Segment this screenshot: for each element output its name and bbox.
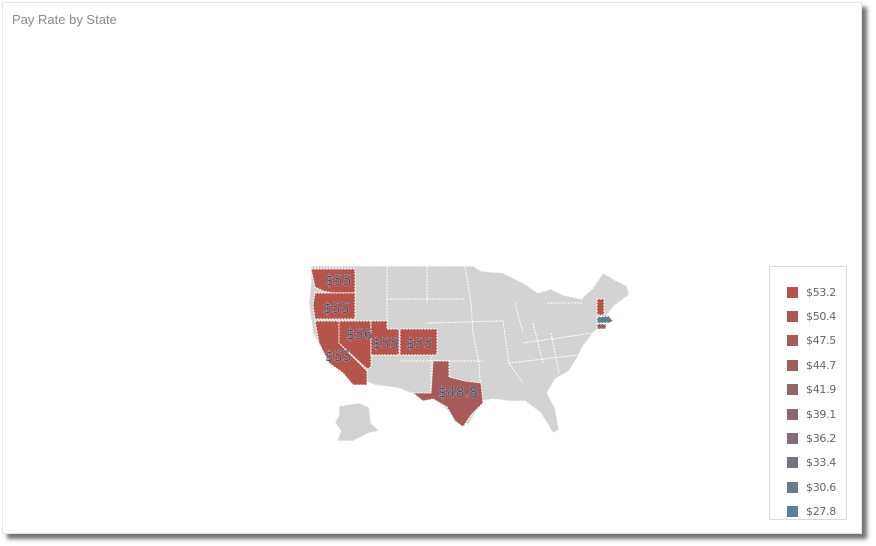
legend-label: $27.8: [806, 505, 836, 519]
label-oregon: $55: [323, 301, 350, 317]
legend-label: $50.4: [806, 310, 836, 324]
legend-item[interactable]: $39.1: [770, 402, 846, 426]
state-alaska[interactable]: [334, 402, 381, 442]
legend-label: $47.5: [806, 334, 836, 348]
legend: $53.2 $50.4 $47.5 $44.7 $41.9 $39.1 $36.2 $33.4…: [769, 266, 847, 520]
legend-item[interactable]: $36.2: [770, 426, 846, 450]
label-colorado: $55: [406, 336, 433, 352]
legend-item[interactable]: $30.6: [770, 475, 846, 499]
legend-item[interactable]: $41.9: [770, 378, 846, 402]
legend-swatch: [787, 286, 798, 298]
legend-item[interactable]: $53.2: [770, 280, 846, 304]
label-washington: $55: [325, 273, 352, 289]
label-texas: $48.8: [438, 385, 478, 401]
legend-swatch: [787, 481, 798, 493]
label-california: $55: [325, 349, 352, 365]
legend-swatch: [787, 311, 798, 323]
legend-swatch: [787, 433, 798, 445]
legend-item[interactable]: $47.5: [770, 329, 846, 353]
legend-label: $44.7: [806, 358, 836, 372]
us-map[interactable]: $55 $55 $55 $56 $55 $55 $48.8: [3, 3, 861, 533]
map-visual-card: Pay Rate by State $55 $55 $55 $56 $55 $5…: [2, 2, 862, 534]
label-utah: $55: [372, 336, 399, 352]
legend-swatch: [787, 457, 798, 469]
legend-label: $39.1: [806, 407, 836, 421]
legend-label: $41.9: [806, 383, 836, 397]
legend-swatch: [787, 384, 798, 396]
legend-item[interactable]: $27.8: [770, 500, 846, 524]
legend-swatch: [787, 359, 798, 371]
label-nevada: $56: [346, 327, 373, 343]
legend-swatch: [787, 408, 798, 420]
state-connecticut[interactable]: [596, 323, 607, 330]
legend-item[interactable]: $50.4: [770, 304, 846, 328]
legend-item[interactable]: $44.7: [770, 353, 846, 377]
legend-swatch: [787, 506, 798, 518]
legend-label: $33.4: [806, 456, 836, 470]
state-vermont[interactable]: [596, 298, 605, 316]
legend-label: $30.6: [806, 480, 836, 494]
legend-label: $36.2: [806, 432, 836, 446]
legend-swatch: [787, 335, 798, 347]
state-massachusetts[interactable]: [596, 315, 614, 324]
legend-item[interactable]: $33.4: [770, 451, 846, 475]
legend-label: $53.2: [806, 285, 836, 299]
